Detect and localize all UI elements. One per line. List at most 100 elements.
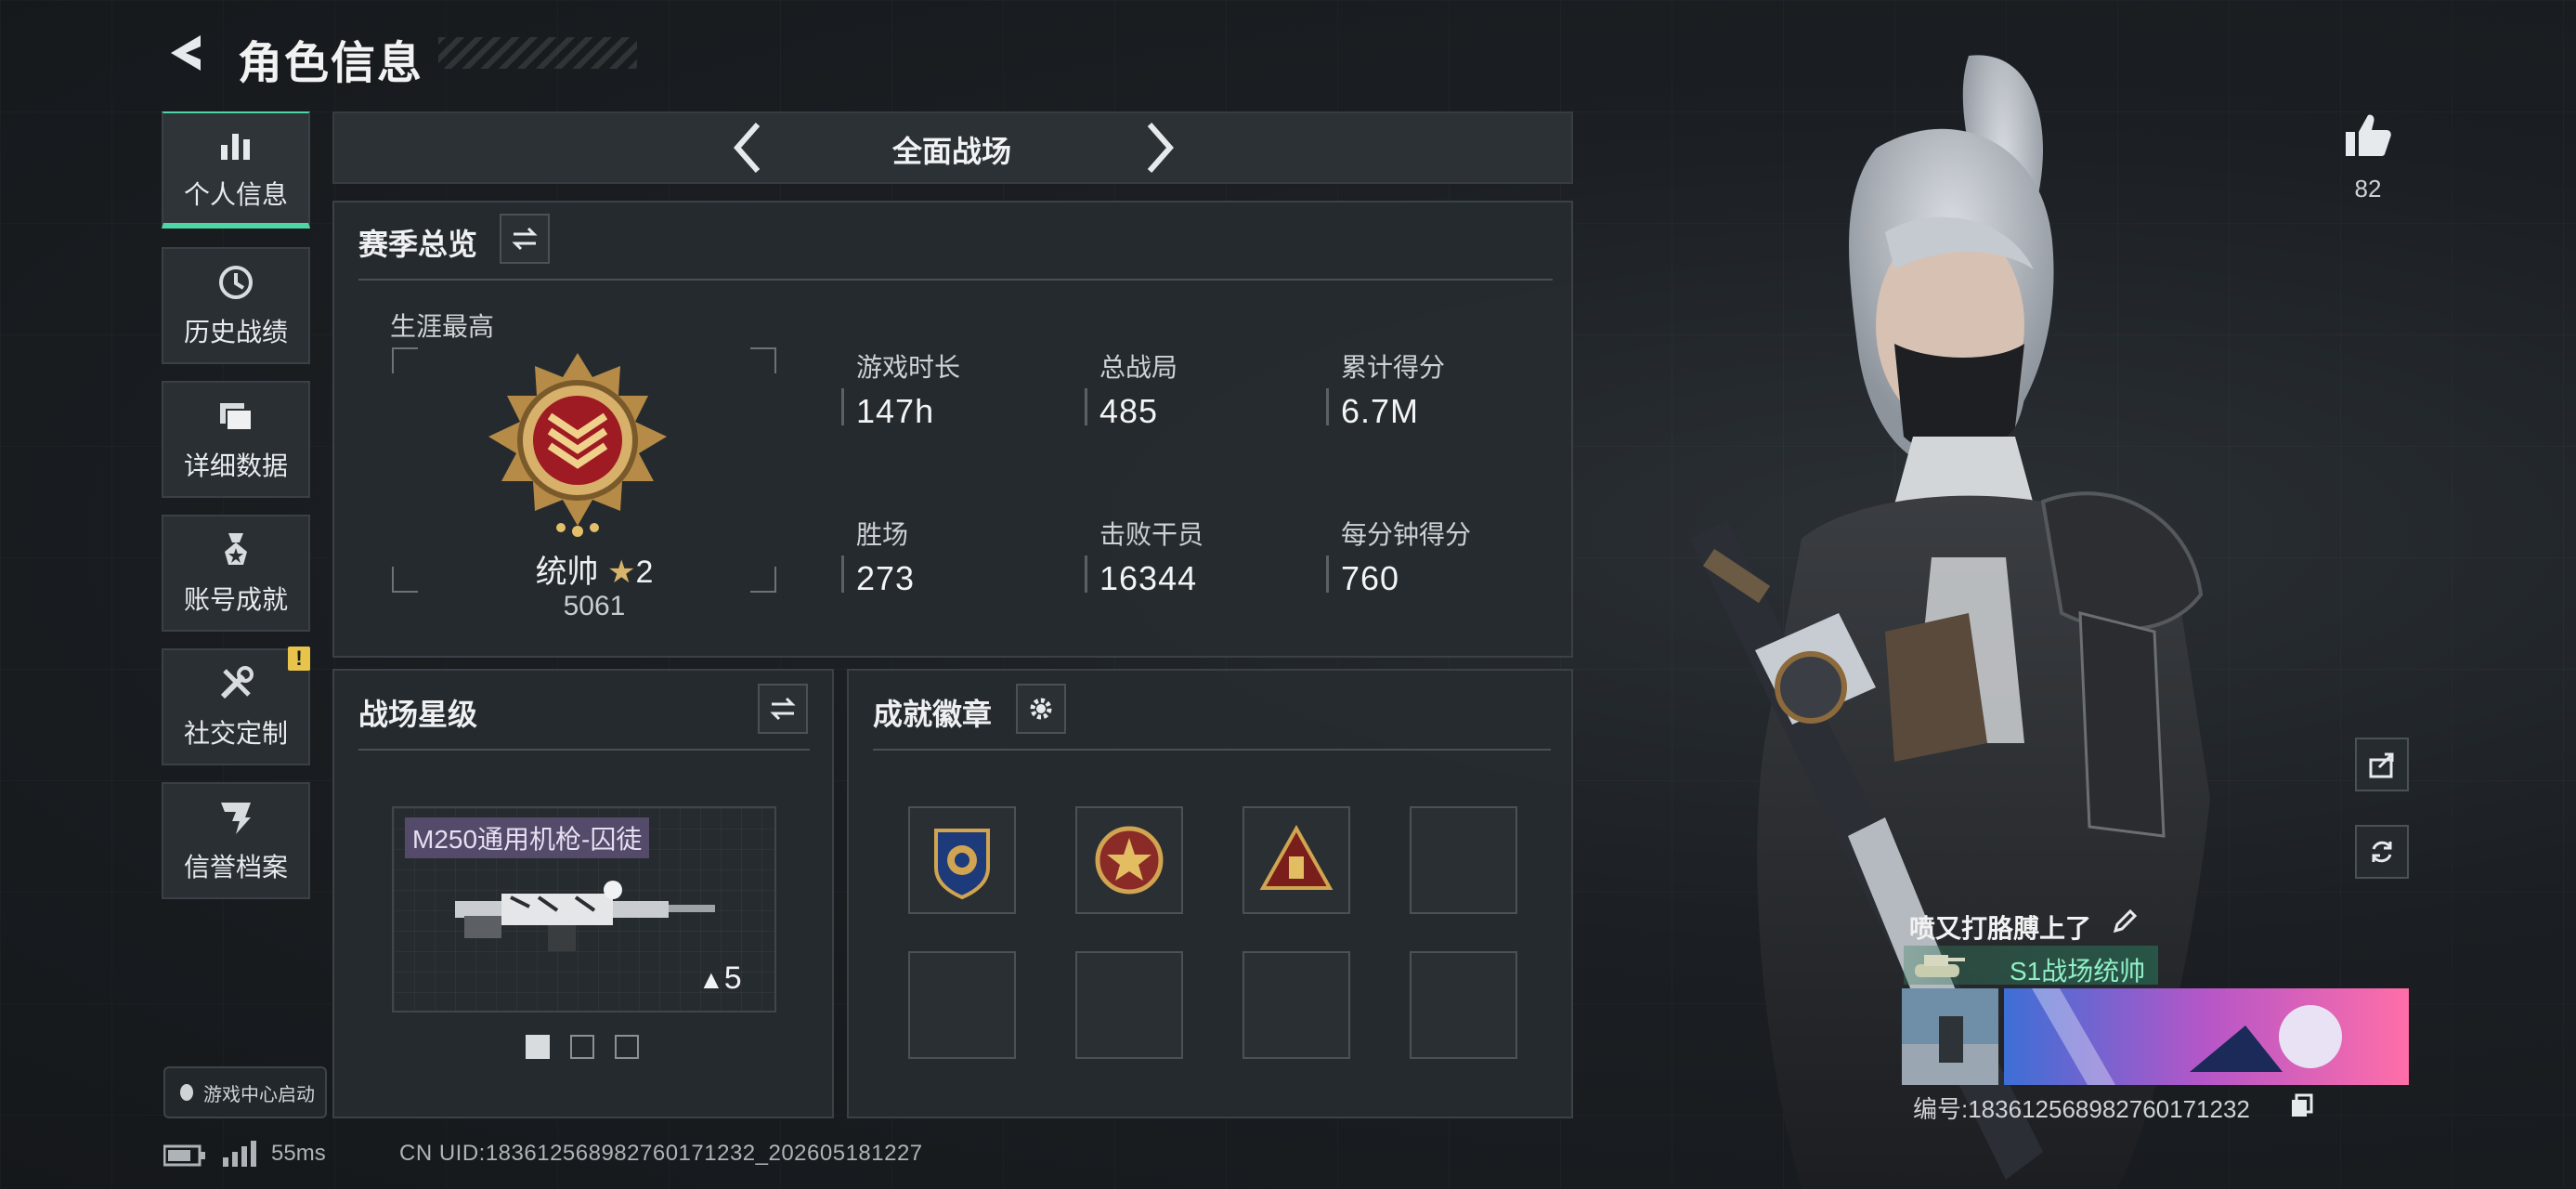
- machine-gun-icon: [455, 881, 715, 951]
- frame-corner: [750, 347, 776, 373]
- history-clock-icon: [219, 266, 253, 299]
- signal-strength-icon: [223, 1141, 256, 1167]
- sidebar-item-personal-info[interactable]: 个人信息: [162, 111, 310, 229]
- thumbs-up-icon[interactable]: [2340, 108, 2396, 163]
- frame-corner: [750, 567, 776, 593]
- achievements-title: 成就徽章: [873, 698, 993, 731]
- sidebar-item-history[interactable]: 历史战绩: [162, 247, 310, 364]
- profile-card-thumbnail[interactable]: [1902, 988, 1998, 1085]
- frame-corner: [392, 347, 418, 373]
- stat-label: 总战局: [1099, 353, 1178, 382]
- achievement-badge-slot[interactable]: [908, 806, 1016, 914]
- weapon-name: M250通用机枪-囚徒: [405, 817, 650, 858]
- achievement-badge-slot[interactable]: [1242, 806, 1350, 914]
- back-arrow-icon[interactable]: [160, 28, 210, 78]
- star-rank-icon: ▲: [698, 965, 724, 994]
- achievement-badge-slot-empty[interactable]: [1410, 951, 1517, 1059]
- share-icon: [2369, 752, 2394, 778]
- stat-label: 胜场: [856, 520, 909, 549]
- player-uid: 编号:18361256898​2760171232: [1913, 1095, 2250, 1123]
- tools-icon: [220, 666, 254, 699]
- refresh-button[interactable]: [2355, 825, 2409, 879]
- page-indicator-3[interactable]: [615, 1035, 639, 1059]
- divider: [358, 279, 1553, 281]
- stat-value: 760: [1341, 559, 1400, 597]
- rank-title: 统帅 ★2: [501, 546, 687, 592]
- career-best-label: 生涯最高: [390, 312, 495, 341]
- player-name: 喷又打胳膊上了: [1909, 914, 2092, 943]
- tank-icon: [1915, 955, 1965, 977]
- gear-icon: [1030, 698, 1052, 720]
- qq-penguin-icon: [180, 1084, 193, 1101]
- sidebar-item-label: 详细数据: [183, 451, 288, 480]
- triangle-badge-icon: [1259, 824, 1334, 890]
- star-emblem-badge-icon: [1095, 826, 1164, 895]
- stat-divider: [1326, 388, 1329, 425]
- sidebar-item-credit[interactable]: 信誉档案: [162, 782, 310, 899]
- share-button[interactable]: [2355, 738, 2409, 791]
- battlefield-stars-title: 战场星级: [358, 698, 478, 731]
- divider: [358, 749, 810, 751]
- achievement-badge-slot-empty[interactable]: [1242, 951, 1350, 1059]
- credit-shield-icon: [221, 803, 251, 834]
- next-mode-arrow-icon[interactable]: [1135, 119, 1183, 176]
- page-title: 角色信息: [238, 39, 424, 88]
- profile-banner[interactable]: [2004, 988, 2409, 1085]
- shield-badge-icon: [934, 829, 990, 900]
- medal-icon: [225, 533, 247, 565]
- battery-icon: [163, 1144, 205, 1167]
- copy-icon[interactable]: [2288, 1092, 2314, 1120]
- rank-emblem-icon: [488, 353, 667, 537]
- page-indicator-2[interactable]: [570, 1035, 594, 1059]
- bar-chart-icon: [221, 134, 250, 160]
- swap-arrows-icon: [770, 697, 796, 721]
- stat-label: 游戏时长: [856, 353, 961, 382]
- rank-name: 统帅: [535, 555, 599, 590]
- stat-value: 6.7M: [1341, 392, 1420, 430]
- stat-value: 485: [1099, 392, 1159, 430]
- game-center-launch-button[interactable]: 游戏中心启动: [163, 1066, 327, 1118]
- stat-label: 每分钟得分: [1341, 520, 1472, 549]
- launch-label: 游戏中心启动: [203, 1084, 315, 1105]
- prev-mode-arrow-icon[interactable]: [724, 119, 773, 176]
- rank-score: 5061: [563, 591, 626, 621]
- divider: [873, 749, 1551, 751]
- stars-swap-button[interactable]: [758, 684, 808, 734]
- rank-stars: 2: [635, 555, 654, 590]
- warning-badge: !: [288, 647, 310, 671]
- sidebar-item-label: 信誉档案: [183, 853, 288, 882]
- mode-label: 全面战场: [891, 135, 1011, 168]
- sidebar-item-achievements[interactable]: 账号成就: [162, 515, 310, 632]
- achievement-badge-slot-empty[interactable]: [908, 951, 1016, 1059]
- weapon-level-value: 5: [723, 960, 742, 996]
- stat-divider: [841, 388, 844, 425]
- like-count: 82: [2354, 175, 2382, 203]
- weapon-level: ▲5: [698, 960, 742, 997]
- sidebar-item-label: 历史战绩: [183, 318, 288, 346]
- sidebar-item-label: 账号成就: [183, 585, 288, 614]
- folder-icon: [220, 403, 253, 431]
- title-decoration: [438, 37, 637, 69]
- sidebar-item-details[interactable]: 详细数据: [162, 381, 310, 498]
- season-swap-button[interactable]: [500, 214, 550, 264]
- achievements-settings-button[interactable]: [1016, 684, 1066, 734]
- rank-star-icon: ★: [607, 555, 636, 590]
- achievement-badge-slot-empty[interactable]: [1075, 951, 1183, 1059]
- edit-pencil-icon[interactable]: [2110, 907, 2140, 936]
- page-indicator-1[interactable]: [526, 1035, 550, 1059]
- refresh-icon: [2372, 841, 2392, 863]
- achievement-badge-slot[interactable]: [1075, 806, 1183, 914]
- stat-label: 击败干员: [1099, 520, 1204, 549]
- sidebar-item-label: 个人信息: [183, 180, 288, 209]
- stat-divider: [1085, 555, 1087, 593]
- stat-value: 16344: [1099, 559, 1198, 597]
- stat-divider: [1326, 555, 1329, 593]
- player-title: S1战场统帅: [2010, 957, 2146, 986]
- network-ping: 55ms: [271, 1141, 326, 1166]
- stat-divider: [841, 555, 844, 593]
- achievement-badge-slot-empty[interactable]: [1410, 806, 1517, 914]
- stat-label: 累计得分: [1341, 353, 1446, 382]
- stat-value: 273: [856, 559, 916, 597]
- stat-value: 147h: [856, 392, 935, 430]
- swap-arrows-icon: [512, 227, 538, 251]
